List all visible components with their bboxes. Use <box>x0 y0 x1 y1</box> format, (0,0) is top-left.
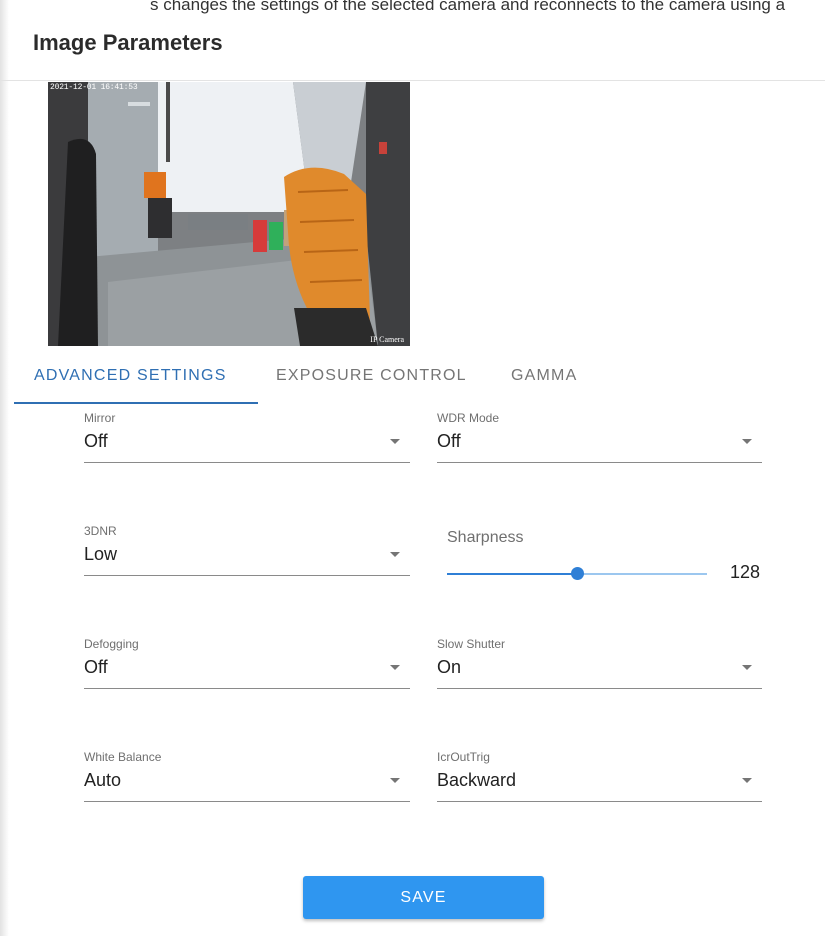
3dnr-dropdown-icon <box>390 552 400 557</box>
tab-gamma[interactable]: GAMMA <box>511 367 577 385</box>
camera-preview: 2021-12-01 16:41:53 IP Camera <box>48 82 410 346</box>
sharpness-value: 128 <box>730 562 761 582</box>
white-balance-dropdown-icon <box>390 778 400 783</box>
icr-out-trig-value: Backward <box>437 770 517 790</box>
mirror-dropdown-icon <box>390 439 400 444</box>
settings-tabs: ADVANCED SETTINGS EXPOSURE CONTROL GAMMA <box>14 360 825 405</box>
sharpness-slider-fill <box>447 573 577 575</box>
sharpness-label: Sharpness <box>447 529 524 546</box>
sharpness-slider[interactable] <box>447 567 707 580</box>
top-strip-text: s changes the settings of the selected c… <box>150 0 790 14</box>
slow-shutter-label: Slow Shutter <box>437 637 506 651</box>
icr-out-trig-dropdown-icon <box>742 778 752 783</box>
3dnr-label: 3DNR <box>84 524 117 538</box>
wdr-mode-dropdown-icon <box>742 439 752 444</box>
tab-active-indicator <box>14 402 258 404</box>
defogging-value: Off <box>84 657 108 677</box>
slow-shutter-dropdown-icon <box>742 665 752 670</box>
3dnr-value: Low <box>84 544 118 564</box>
tab-advanced-settings[interactable]: ADVANCED SETTINGS <box>34 367 227 385</box>
wdr-mode-select[interactable]: WDR Mode Off <box>437 411 762 463</box>
page-title: Image Parameters <box>33 30 223 55</box>
wdr-mode-label: WDR Mode <box>437 411 500 425</box>
page-header: s changes the settings of the selected c… <box>0 0 825 81</box>
slow-shutter-value: On <box>437 657 462 677</box>
mirror-label: Mirror <box>84 411 116 425</box>
mirror-value: Off <box>84 431 108 451</box>
mirror-select[interactable]: Mirror Off <box>84 411 410 463</box>
defogging-dropdown-icon <box>390 665 400 670</box>
page-left-edge <box>0 0 9 936</box>
icr-out-trig-label: IcrOutTrig <box>437 750 490 764</box>
camera-preview-image <box>48 82 410 346</box>
white-balance-value: Auto <box>84 770 122 790</box>
preview-camera-label: IP Camera <box>370 335 404 344</box>
sharpness-slider-thumb[interactable] <box>571 567 584 580</box>
defogging-label: Defogging <box>84 637 139 651</box>
preview-timestamp: 2021-12-01 16:41:53 <box>50 83 138 92</box>
defogging-select[interactable]: Defogging Off <box>84 637 410 689</box>
tab-exposure-control[interactable]: EXPOSURE CONTROL <box>276 367 467 385</box>
white-balance-select[interactable]: White Balance Auto <box>84 750 410 802</box>
3dnr-select[interactable]: 3DNR Low <box>84 524 410 576</box>
wdr-mode-value: Off <box>437 431 461 451</box>
icr-out-trig-select[interactable]: IcrOutTrig Backward <box>437 750 762 802</box>
white-balance-label: White Balance <box>84 750 162 764</box>
save-button[interactable]: SAVE <box>303 876 544 919</box>
slow-shutter-select[interactable]: Slow Shutter On <box>437 637 762 689</box>
